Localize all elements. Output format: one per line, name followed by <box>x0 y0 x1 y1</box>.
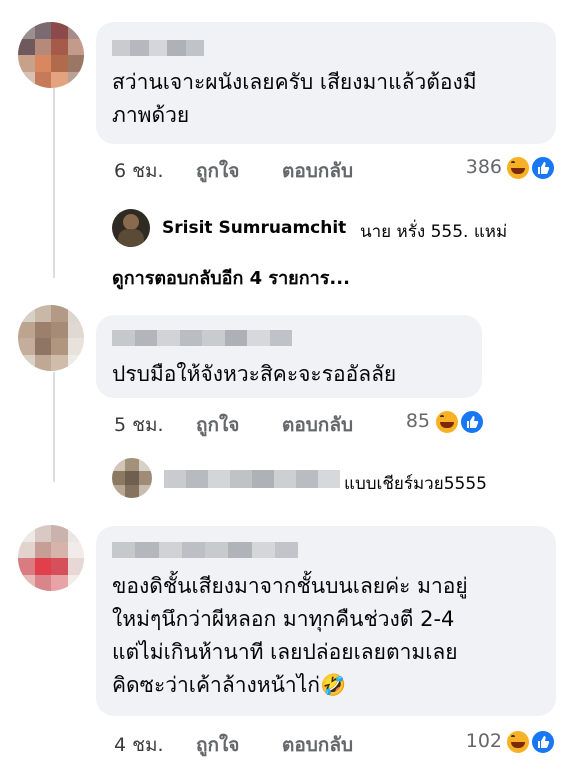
author-name-blurred[interactable] <box>112 40 205 56</box>
avatar[interactable] <box>18 525 84 591</box>
like-icon <box>530 729 556 755</box>
comment-time[interactable]: 6 ชม. <box>114 156 164 186</box>
reaction-count[interactable]: 85 <box>390 410 430 432</box>
comment-text: ปรบมือให้จังหวะสิคะจะรออัลลัย <box>112 362 397 386</box>
comment-time[interactable]: 5 ชม. <box>114 410 164 440</box>
thread-line <box>53 88 55 278</box>
reply-link[interactable]: ตอบกลับ <box>282 730 353 760</box>
comment-time[interactable]: 4 ชม. <box>114 730 164 760</box>
reply-author[interactable]: Srisit Sumruamchit <box>162 218 346 238</box>
avatar[interactable] <box>18 22 84 88</box>
reply-avatar[interactable] <box>112 458 152 498</box>
like-icon <box>459 409 485 435</box>
author-name-blurred[interactable] <box>112 542 298 558</box>
comment-text: ของดิชั้นเสียงมาจากชั้นบนเลยค่ะ มาอยู่ ใ… <box>112 574 468 697</box>
reply-avatar[interactable] <box>112 209 150 247</box>
reaction-count[interactable]: 386 <box>452 156 502 178</box>
reply-text: นาย หรั่ง 555. แหม่ <box>360 222 508 242</box>
like-icon <box>530 155 556 181</box>
haha-icon <box>505 729 531 755</box>
reply-author-blurred[interactable] <box>164 470 340 488</box>
reply-link[interactable]: ตอบกลับ <box>282 156 353 186</box>
haha-icon <box>505 155 531 181</box>
haha-icon <box>434 409 460 435</box>
like-link[interactable]: ถูกใจ <box>196 410 239 440</box>
author-name-blurred[interactable] <box>112 330 292 346</box>
avatar[interactable] <box>18 305 84 371</box>
reply-link[interactable]: ตอบกลับ <box>282 410 353 440</box>
view-more-replies[interactable]: ดูการตอบกลับอีก 4 รายการ... <box>112 263 350 292</box>
reaction-count[interactable]: 102 <box>452 730 502 752</box>
comment-text: สว่านเจาะผนังเลยครับ เสียงมาแล้วต้องมี ภ… <box>112 70 477 127</box>
reply-text: แบบเชียร์มวย5555 <box>344 474 487 494</box>
thread-line <box>53 372 55 482</box>
like-link[interactable]: ถูกใจ <box>196 156 239 186</box>
like-link[interactable]: ถูกใจ <box>196 730 239 760</box>
